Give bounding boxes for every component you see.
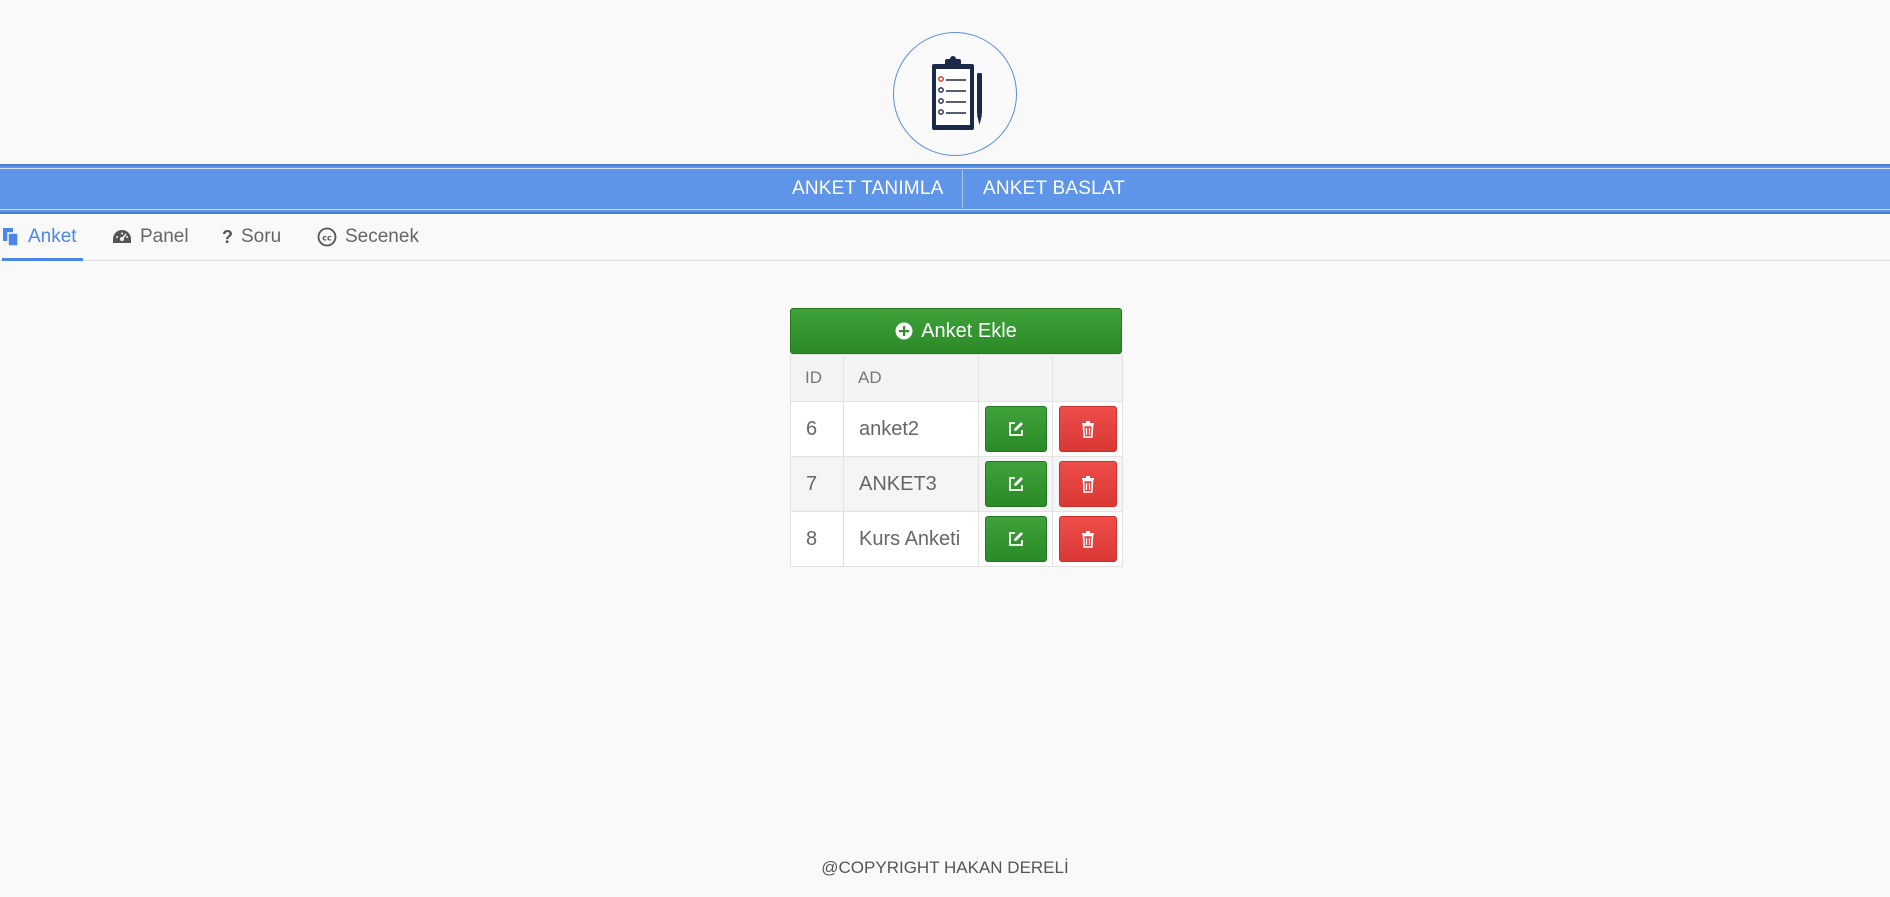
copy-icon (2, 227, 20, 247)
tab-soru[interactable]: ? Soru (222, 214, 281, 260)
creative-commons-icon: cc (317, 227, 337, 247)
nav-divider (962, 170, 963, 208)
tab-anket-label: Anket (28, 226, 77, 247)
svg-text:cc: cc (322, 234, 332, 243)
plus-circle-icon (895, 322, 913, 340)
cell-id: 8 (790, 511, 844, 567)
column-header-ad: AD (843, 354, 979, 402)
tab-soru-label: Soru (241, 226, 282, 247)
tab-secenek-label: Secenek (345, 226, 419, 247)
add-survey-button[interactable]: Anket Ekle (790, 308, 1122, 354)
nav-anket-baslat[interactable]: ANKET BASLAT (983, 166, 1125, 212)
column-header-id: ID (790, 354, 844, 402)
nav-anket-tanimla[interactable]: ANKET TANIMLA (792, 166, 943, 212)
cell-ad: anket2 (843, 401, 979, 457)
edit-button[interactable] (984, 516, 1047, 562)
column-header-edit (978, 354, 1053, 402)
tab-panel-label: Panel (140, 226, 189, 247)
edit-icon (1008, 422, 1023, 436)
tab-secenek[interactable]: cc Secenek (317, 214, 419, 260)
table-row: 8 Kurs Anketi (790, 511, 1123, 567)
edit-icon (1008, 532, 1023, 546)
question-icon: ? (222, 226, 233, 247)
dashboard-icon (112, 229, 132, 245)
table-header-row: ID AD (790, 354, 1123, 402)
trash-icon (1081, 421, 1094, 438)
survey-table: ID AD 6 anket2 7 ANKET3 8 Kurs Anketi (790, 354, 1123, 567)
edit-button[interactable] (984, 406, 1047, 452)
clipboard-checklist-icon (932, 56, 982, 130)
cell-ad: ANKET3 (843, 456, 979, 512)
cell-ad: Kurs Anketi (843, 511, 979, 567)
tab-bar: Anket Panel ? Soru cc Secenek (0, 214, 1890, 261)
edit-icon (1008, 477, 1023, 491)
footer-copyright: @COPYRIGHT HAKAN DERELİ (821, 858, 1069, 877)
cell-id: 7 (790, 456, 844, 512)
add-survey-label: Anket Ekle (921, 319, 1017, 342)
trash-icon (1081, 531, 1094, 548)
top-navbar: ANKET TANIMLA ANKET BASLAT (0, 164, 1890, 214)
delete-button[interactable] (1058, 461, 1117, 507)
table-row: 6 anket2 (790, 401, 1123, 457)
edit-button[interactable] (984, 461, 1047, 507)
delete-button[interactable] (1058, 516, 1117, 562)
column-header-delete (1052, 354, 1123, 402)
table-row: 7 ANKET3 (790, 456, 1123, 512)
cell-id: 6 (790, 401, 844, 457)
tab-anket[interactable]: Anket (2, 214, 83, 261)
trash-icon (1081, 476, 1094, 493)
delete-button[interactable] (1058, 406, 1117, 452)
tab-panel[interactable]: Panel (112, 214, 189, 260)
app-logo (893, 32, 1017, 156)
